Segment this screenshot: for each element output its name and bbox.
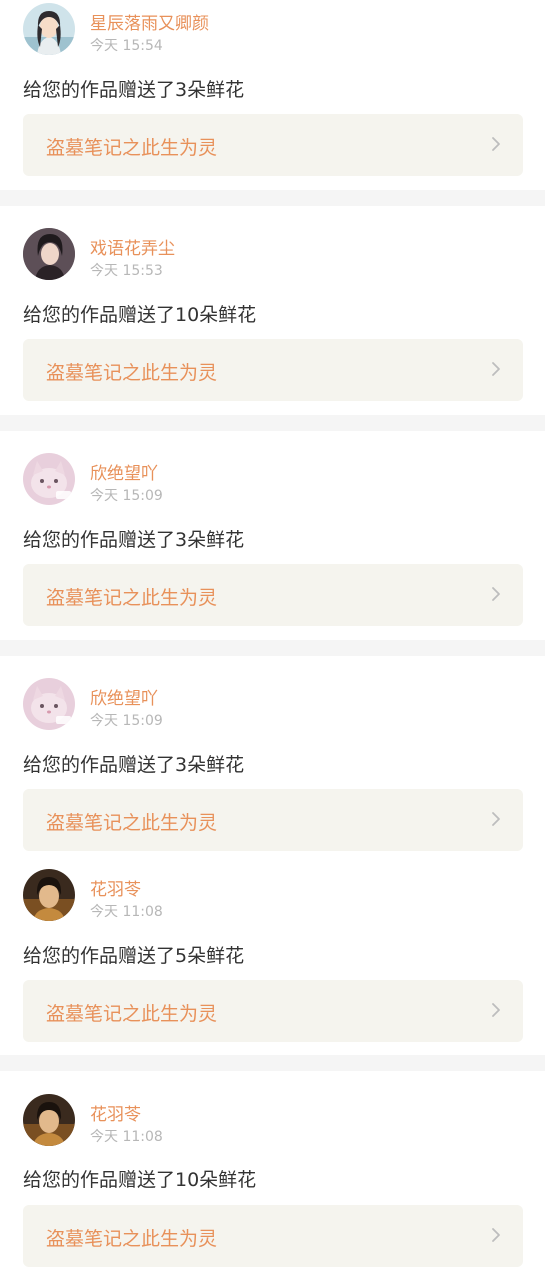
- gift-message: 给您的作品赠送了3朵鲜花: [23, 79, 245, 101]
- notification-feed: 星辰落雨又卿颜 今天 15:54 给您的作品赠送了3朵鲜花 盗墓笔记之此生为灵 …: [0, 0, 545, 1280]
- work-link-button[interactable]: 盗墓笔记之此生为灵: [23, 114, 523, 176]
- anime-girl-avatar-icon: [23, 3, 75, 55]
- gift-message: 给您的作品赠送了5朵鲜花: [23, 945, 245, 967]
- notification-card: 欣绝望吖 今天 15:09 给您的作品赠送了3朵鲜花 盗墓笔记之此生为灵: [0, 431, 545, 640]
- notification-card: 花羽苓 今天 11:08 给您的作品赠送了5朵鲜花 盗墓笔记之此生为灵: [0, 865, 545, 1055]
- dark-haired-character-avatar-icon: [23, 228, 75, 280]
- avatar[interactable]: [23, 869, 75, 921]
- notification-card: 欣绝望吖 今天 15:09 给您的作品赠送了3朵鲜花 盗墓笔记之此生为灵: [0, 656, 545, 865]
- timestamp: 今天 15:09: [90, 488, 163, 504]
- avatar[interactable]: [23, 228, 75, 280]
- divider: [0, 415, 545, 431]
- work-link-button[interactable]: 盗墓笔记之此生为灵: [23, 339, 523, 401]
- work-title: 盗墓笔记之此生为灵: [46, 812, 218, 834]
- gift-message: 给您的作品赠送了10朵鲜花: [23, 1169, 257, 1191]
- username[interactable]: 花羽苓: [90, 875, 141, 900]
- portrait-avatar-icon: [23, 1094, 75, 1146]
- timestamp: 今天 11:08: [90, 904, 163, 920]
- work-title: 盗墓笔记之此生为灵: [46, 587, 218, 609]
- timestamp: 今天 15:54: [90, 38, 163, 54]
- timestamp: 今天 11:08: [90, 1129, 163, 1145]
- chevron-right-icon: [492, 812, 500, 826]
- chevron-right-icon: [492, 137, 500, 151]
- work-link-button[interactable]: 盗墓笔记之此生为灵: [23, 564, 523, 626]
- notification-card: 花羽苓 今天 11:08 给您的作品赠送了10朵鲜花 盗墓笔记之此生为灵: [0, 1071, 545, 1280]
- gift-message: 给您的作品赠送了3朵鲜花: [23, 529, 245, 551]
- portrait-avatar-icon: [23, 869, 75, 921]
- avatar[interactable]: [23, 1094, 75, 1146]
- notification-card: 戏语花弄尘 今天 15:53 给您的作品赠送了10朵鲜花 盗墓笔记之此生为灵: [0, 206, 545, 415]
- divider: [0, 190, 545, 206]
- gift-message: 给您的作品赠送了10朵鲜花: [23, 304, 257, 326]
- work-title: 盗墓笔记之此生为灵: [46, 1228, 218, 1250]
- avatar[interactable]: [23, 678, 75, 730]
- username[interactable]: 戏语花弄尘: [90, 234, 175, 259]
- username[interactable]: 欣绝望吖: [90, 684, 158, 709]
- username[interactable]: 星辰落雨又卿颜: [90, 9, 209, 34]
- avatar[interactable]: [23, 3, 75, 55]
- pink-cat-avatar-icon: [23, 678, 75, 730]
- username[interactable]: 花羽苓: [90, 1100, 141, 1125]
- divider: [0, 640, 545, 656]
- work-link-button[interactable]: 盗墓笔记之此生为灵: [23, 980, 523, 1042]
- work-link-button[interactable]: 盗墓笔记之此生为灵: [23, 1205, 523, 1267]
- work-title: 盗墓笔记之此生为灵: [46, 1003, 218, 1025]
- work-link-button[interactable]: 盗墓笔记之此生为灵: [23, 789, 523, 851]
- chevron-right-icon: [492, 1003, 500, 1017]
- chevron-right-icon: [492, 362, 500, 376]
- timestamp: 今天 15:53: [90, 263, 163, 279]
- username[interactable]: 欣绝望吖: [90, 459, 158, 484]
- work-title: 盗墓笔记之此生为灵: [46, 137, 218, 159]
- work-title: 盗墓笔记之此生为灵: [46, 362, 218, 384]
- gift-message: 给您的作品赠送了3朵鲜花: [23, 754, 245, 776]
- notification-card: 星辰落雨又卿颜 今天 15:54 给您的作品赠送了3朵鲜花 盗墓笔记之此生为灵: [0, 0, 545, 190]
- avatar[interactable]: [23, 453, 75, 505]
- chevron-right-icon: [492, 587, 500, 601]
- divider: [0, 1055, 545, 1071]
- chevron-right-icon: [492, 1228, 500, 1242]
- timestamp: 今天 15:09: [90, 713, 163, 729]
- pink-cat-avatar-icon: [23, 453, 75, 505]
